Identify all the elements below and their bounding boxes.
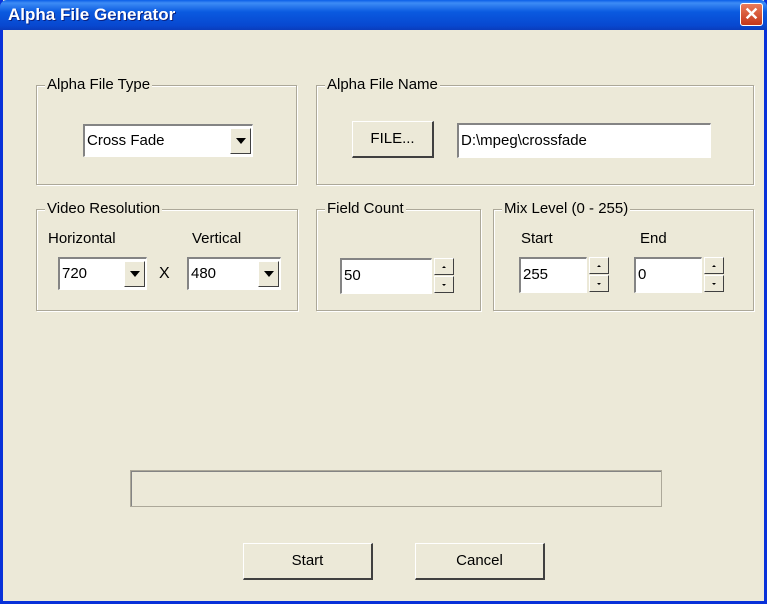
decrement-icon[interactable]	[434, 276, 454, 293]
dialog-window: Alpha File Generator ✕ Alpha File Type C…	[0, 0, 767, 604]
chevron-down-icon[interactable]	[124, 261, 145, 287]
video-resolution-legend: Video Resolution	[45, 200, 163, 217]
alpha-file-name-group: Alpha File Name FILE... D:\mpeg\crossfad…	[316, 76, 754, 185]
mix-start-stepper	[589, 257, 609, 293]
decrement-icon[interactable]	[704, 275, 724, 292]
chevron-down-icon[interactable]	[258, 261, 279, 287]
field-count-stepper	[434, 258, 454, 294]
chevron-down-icon[interactable]	[230, 128, 251, 154]
field-count-group: Field Count 50	[316, 200, 481, 311]
window-title: Alpha File Generator	[8, 5, 176, 24]
progress-bar	[130, 470, 662, 507]
increment-icon[interactable]	[704, 257, 724, 274]
vertical-label: Vertical	[192, 230, 242, 247]
end-label: End	[640, 230, 667, 247]
times-separator: X	[159, 265, 170, 282]
mix-end-input[interactable]: 0	[634, 257, 702, 293]
vertical-resolution-value: 480	[191, 265, 217, 282]
mix-level-legend: Mix Level (0 - 255)	[502, 200, 631, 217]
horizontal-resolution-value: 720	[62, 265, 88, 282]
alpha-file-type-legend: Alpha File Type	[45, 76, 153, 93]
file-path-input[interactable]: D:\mpeg\crossfade	[457, 123, 711, 158]
mix-start-input[interactable]: 255	[519, 257, 587, 293]
vertical-resolution-select[interactable]: 480	[187, 257, 281, 290]
increment-icon[interactable]	[434, 258, 454, 275]
decrement-icon[interactable]	[589, 275, 609, 292]
title-bar[interactable]: Alpha File Generator ✕	[0, 0, 767, 30]
horizontal-label: Horizontal	[48, 230, 116, 247]
start-label: Start	[521, 230, 553, 247]
horizontal-resolution-select[interactable]: 720	[58, 257, 147, 290]
alpha-file-name-legend: Alpha File Name	[325, 76, 440, 93]
mix-end-stepper	[704, 257, 724, 293]
alpha-file-type-group: Alpha File Type Cross Fade	[36, 76, 297, 185]
file-browse-button[interactable]: FILE...	[352, 121, 434, 158]
video-resolution-group: Video Resolution Horizontal Vertical 720…	[36, 200, 298, 311]
close-icon[interactable]: ✕	[740, 3, 763, 26]
mix-level-group: Mix Level (0 - 255) Start End 255 0	[493, 200, 754, 311]
start-button[interactable]: Start	[243, 543, 373, 580]
field-count-legend: Field Count	[325, 200, 406, 217]
field-count-input[interactable]: 50	[340, 258, 432, 294]
cancel-button[interactable]: Cancel	[415, 543, 545, 580]
alpha-file-type-value: Cross Fade	[87, 132, 165, 149]
alpha-file-type-select[interactable]: Cross Fade	[83, 124, 253, 157]
increment-icon[interactable]	[589, 257, 609, 274]
